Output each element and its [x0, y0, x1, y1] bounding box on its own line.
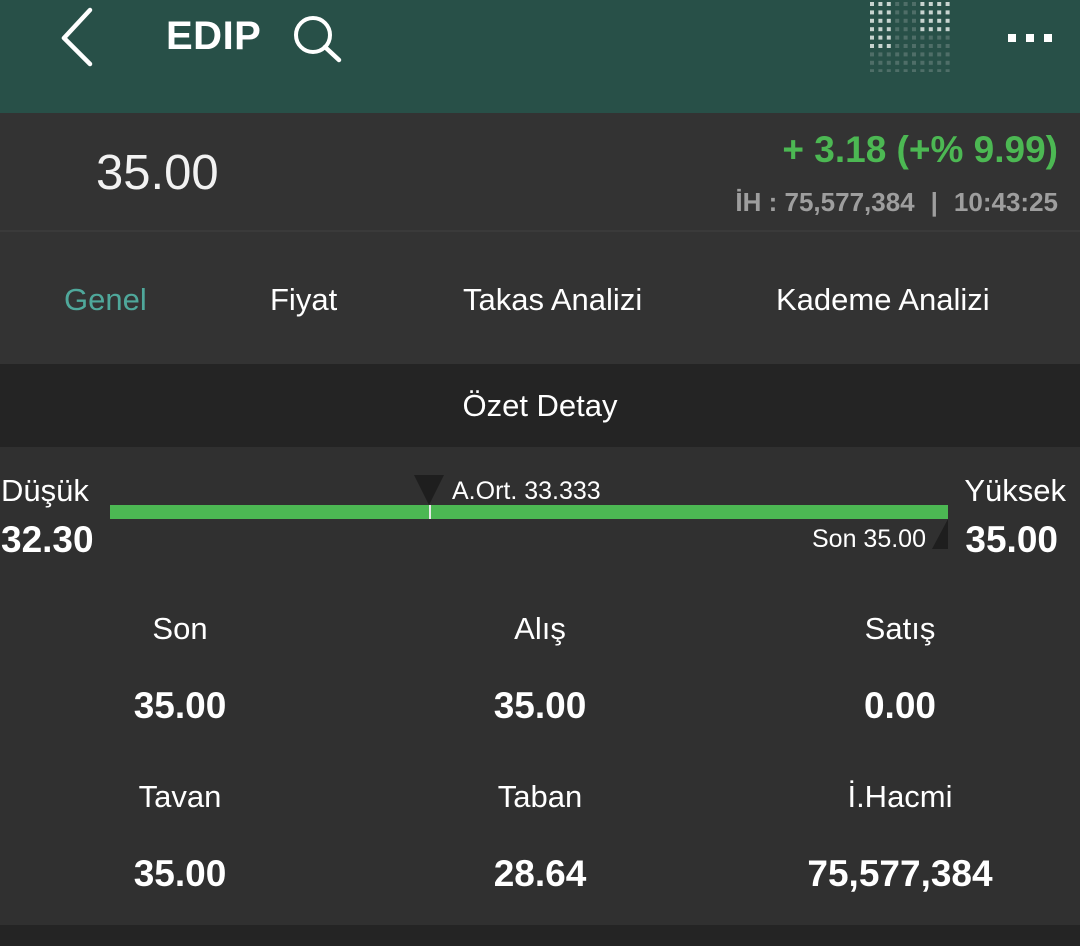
average-marker-icon	[414, 475, 444, 505]
volume-value: 75,577,384	[784, 187, 915, 217]
last-price-label: Son 35.00	[812, 525, 926, 553]
summary-tavan: Tavan 35.00	[0, 779, 360, 895]
last-price: 35.00	[96, 146, 219, 200]
summary-label: Son	[152, 611, 208, 646]
dot-matrix-logo-icon	[868, 0, 954, 74]
detail-panel: Düşük 32.30 A.Ort. 33.333 Son 35.00 Yüks…	[0, 447, 1080, 925]
stock-symbol: EDIP	[166, 14, 262, 58]
summary-taban: Taban 28.64	[360, 779, 720, 895]
tab-genel[interactable]: Genel	[64, 282, 147, 318]
summary-label: İ.Hacmi	[847, 779, 953, 814]
search-button[interactable]	[289, 14, 345, 64]
summary-label: Satış	[864, 611, 936, 646]
separator: |	[930, 187, 938, 217]
high-label: Yüksek	[964, 473, 1066, 508]
volume-time-line: İH : 75,577,384 | 10:43:25	[735, 187, 1058, 218]
tab-kademe-analizi[interactable]: Kademe Analizi	[776, 282, 990, 318]
tab-bar: Genel Fiyat Takas Analizi Kademe Analizi	[0, 232, 1080, 364]
summary-value: 35.00	[133, 853, 227, 894]
volume-label: İH :	[735, 187, 778, 217]
app-bar: EDIP	[0, 0, 1080, 113]
more-options-button[interactable]	[1004, 18, 1056, 58]
search-icon	[294, 16, 342, 63]
more-horizontal-icon	[1008, 34, 1052, 42]
bottom-strip	[0, 925, 1080, 946]
last-update-time: 10:43:25	[953, 187, 1058, 217]
summary-value: 35.00	[133, 685, 227, 726]
summary-label: Taban	[497, 779, 583, 814]
back-button[interactable]	[52, 6, 102, 68]
last-price-marker-icon	[932, 519, 948, 549]
low-label: Düşük	[1, 473, 89, 508]
summary-value: 35.00	[493, 685, 587, 726]
low-value: 32.30	[1, 519, 94, 560]
high-value: 35.00	[965, 519, 1058, 560]
chevron-left-icon	[61, 7, 93, 67]
summary-label: Tavan	[138, 779, 222, 814]
tab-takas-analizi[interactable]: Takas Analizi	[463, 282, 642, 318]
summary-son: Son 35.00	[0, 611, 360, 727]
average-tick	[429, 505, 431, 519]
summary-value: 0.00	[863, 685, 936, 726]
summary-value: 28.64	[493, 853, 587, 894]
price-change: + 3.18 (+% 9.99)	[782, 129, 1058, 170]
tab-fiyat[interactable]: Fiyat	[270, 282, 337, 318]
section-header: Özet Detay	[0, 364, 1080, 447]
summary-value: 75,577,384	[807, 853, 993, 894]
summary-satis: Satış 0.00	[720, 611, 1080, 727]
summary-alis: Alış 35.00	[360, 611, 720, 727]
summary-islem-hacmi: İ.Hacmi 75,577,384	[720, 779, 1080, 895]
average-price-label: A.Ort. 33.333	[452, 477, 601, 505]
day-range-bar	[110, 505, 948, 519]
summary-label: Alış	[514, 611, 566, 646]
price-summary: 35.00 + 3.18 (+% 9.99) İH : 75,577,384 | 1…	[0, 113, 1080, 232]
